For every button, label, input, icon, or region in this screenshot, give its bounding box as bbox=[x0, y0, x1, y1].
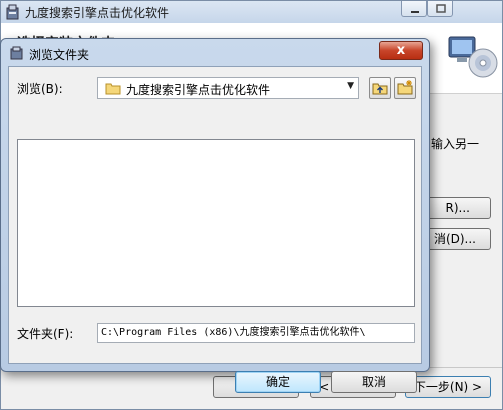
dialog-cancel-button[interactable]: 取消 bbox=[331, 371, 417, 393]
browse-folder-dialog: 浏览文件夹 x 浏览(B): 九度搜索引擎点击优化软件 ▼ 文件夹(F): C:… bbox=[0, 38, 430, 393]
maximize-icon bbox=[436, 4, 446, 13]
folder-path-field[interactable]: C:\Program Files (x86)\九度搜索引擎点击优化软件\ bbox=[97, 323, 415, 343]
ok-button[interactable]: 确定 bbox=[235, 371, 321, 393]
dialog-close-button[interactable]: x bbox=[379, 41, 423, 60]
installer-instruction-text: 输入另一 bbox=[431, 137, 480, 151]
close-icon: x bbox=[396, 43, 406, 58]
installer-app-icon bbox=[6, 4, 19, 20]
folder-icon bbox=[105, 83, 121, 95]
installer-computer-icon bbox=[448, 36, 498, 78]
up-one-level-button[interactable] bbox=[369, 77, 391, 99]
dialog-app-icon bbox=[10, 46, 23, 60]
dialog-title: 浏览文件夹 bbox=[29, 48, 90, 62]
chevron-down-icon: ▼ bbox=[347, 81, 354, 91]
maximize-button[interactable] bbox=[427, 1, 453, 17]
new-folder-button[interactable] bbox=[394, 77, 416, 99]
installer-next-button[interactable]: 下一步(N) > bbox=[405, 376, 491, 398]
browse-location-value: 九度搜索引擎点击优化软件 bbox=[126, 83, 271, 97]
folder-up-icon bbox=[372, 83, 388, 95]
minimize-icon bbox=[411, 11, 419, 13]
minimize-button[interactable] bbox=[401, 1, 427, 17]
installer-title: 九度搜索引擎点击优化软件 bbox=[25, 6, 170, 20]
new-folder-icon bbox=[397, 80, 413, 95]
browse-location-dropdown[interactable]: 九度搜索引擎点击优化软件 ▼ bbox=[97, 77, 359, 99]
dialog-client-area: 浏览(B): 九度搜索引擎点击优化软件 ▼ 文件夹(F): C:\Program… bbox=[8, 66, 422, 393]
folder-label: 文件夹(F): bbox=[17, 327, 74, 341]
folder-tree-view[interactable] bbox=[17, 139, 415, 307]
browse-label: 浏览(B): bbox=[17, 82, 63, 96]
installer-title-bar: 九度搜索引擎点击优化软件 bbox=[1, 1, 502, 23]
